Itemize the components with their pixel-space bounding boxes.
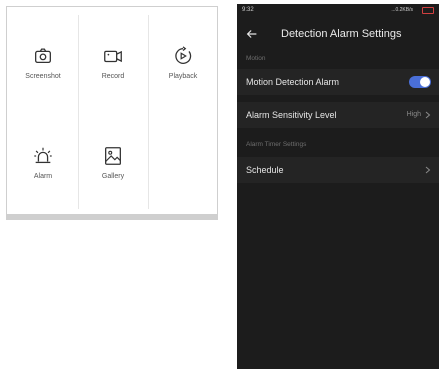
gallery-button[interactable]: Gallery (78, 145, 148, 215)
record-label: Record (101, 73, 125, 80)
motion-detection-label: Motion Detection Alarm (246, 77, 340, 87)
back-arrow-icon[interactable] (245, 27, 259, 41)
status-bar: 9:32 ...0.2KB/s (237, 4, 439, 16)
screenshot-button[interactable]: Screenshot (8, 45, 78, 115)
schedule-label: Schedule (246, 165, 284, 175)
alarm-label: Alarm (33, 173, 53, 180)
video-record-icon (104, 50, 122, 63)
camera-icon (35, 48, 51, 64)
app-header: Detection Alarm Settings (237, 20, 439, 48)
page-title: Detection Alarm Settings (281, 28, 402, 40)
playback-button[interactable]: Playback (148, 45, 218, 115)
section-header-alarm-timer: Alarm Timer Settings (246, 141, 307, 148)
alarm-button[interactable]: Alarm (8, 145, 78, 215)
motion-detection-row[interactable]: Motion Detection Alarm (237, 69, 439, 95)
phone-screen: 9:32 ...0.2KB/s Detection Alarm Settings… (237, 4, 439, 369)
alarm-sensitivity-row[interactable]: Alarm Sensitivity Level High (237, 102, 439, 128)
gallery-label: Gallery (101, 173, 125, 180)
record-button[interactable]: Record (78, 45, 148, 115)
gallery-icon (105, 147, 121, 165)
section-header-motion: Motion (246, 55, 266, 62)
panel-bottom-bar (6, 214, 218, 220)
chevron-right-icon (425, 111, 431, 119)
screenshot-label: Screenshot (25, 73, 61, 80)
motion-detection-toggle[interactable] (409, 76, 431, 88)
alarm-light-icon (34, 147, 52, 164)
chevron-right-icon (425, 166, 431, 174)
playback-label: Playback (168, 73, 198, 80)
schedule-row[interactable]: Schedule (237, 157, 439, 183)
battery-icon (422, 7, 434, 14)
alarm-sensitivity-value: High (406, 111, 421, 118)
playback-icon (175, 46, 192, 64)
toggle-knob (420, 77, 430, 87)
camera-actions-panel: Screenshot Record Playback Alarm Gallery (6, 6, 218, 220)
alarm-sensitivity-label: Alarm Sensitivity Level (246, 110, 337, 120)
status-time: 9:32 (242, 7, 254, 13)
network-speed: ...0.2KB/s (391, 7, 413, 13)
